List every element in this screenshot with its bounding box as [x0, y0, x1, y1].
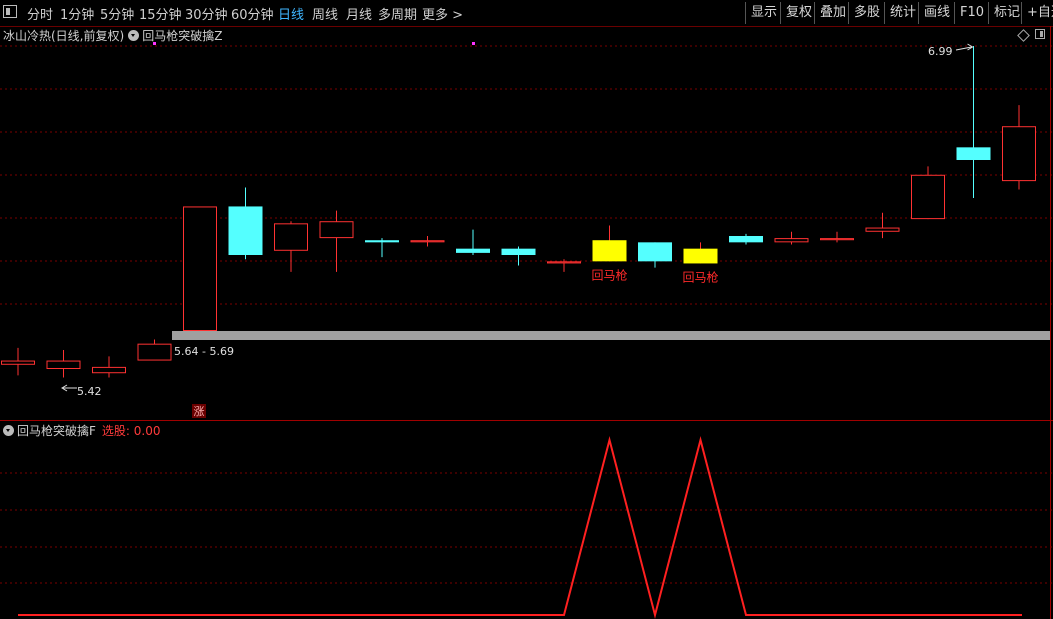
candle-body-11	[501, 248, 536, 255]
candle-body-6	[274, 223, 308, 251]
marker-dot-1	[472, 42, 475, 45]
kline-chart[interactable]: 6.99 5.42 5.64 - 5.69 回马枪 回马枪涨	[0, 0, 1053, 619]
candle-body-18	[820, 238, 854, 241]
candle-body-19	[865, 227, 900, 232]
candle-body-5	[228, 206, 263, 255]
signal-label-15: 回马枪	[682, 269, 718, 284]
candle-body-21	[956, 147, 991, 160]
candle-body-3	[137, 343, 172, 361]
candle-body-7	[319, 221, 354, 239]
signal-label-13: 回马枪	[591, 267, 627, 282]
candle-body-22	[1002, 126, 1036, 182]
candle-body-8	[365, 240, 399, 243]
candle-body-9	[410, 240, 445, 243]
zhang-badge-text: 涨	[194, 405, 205, 418]
low-price-label: 5.42	[77, 385, 102, 398]
candle-body-2	[92, 366, 126, 374]
candle-body-14	[638, 242, 672, 262]
candle-body-12	[547, 261, 581, 264]
candle-body-20	[911, 174, 945, 220]
candle-body-1	[46, 360, 81, 369]
candle-body-4	[183, 206, 217, 331]
candle-body-0	[1, 360, 35, 365]
candle-body-17	[774, 238, 809, 243]
candle-body-15	[683, 248, 718, 264]
candle-body-13	[592, 240, 627, 262]
high-price-label: 6.99	[928, 45, 953, 58]
candle-body-16	[729, 236, 763, 243]
signal-line	[18, 436, 1022, 619]
marker-dot-0	[153, 42, 156, 45]
candle-body-10	[456, 248, 490, 253]
support-band	[172, 331, 1050, 340]
band-range-label: 5.64 - 5.69	[174, 345, 234, 358]
